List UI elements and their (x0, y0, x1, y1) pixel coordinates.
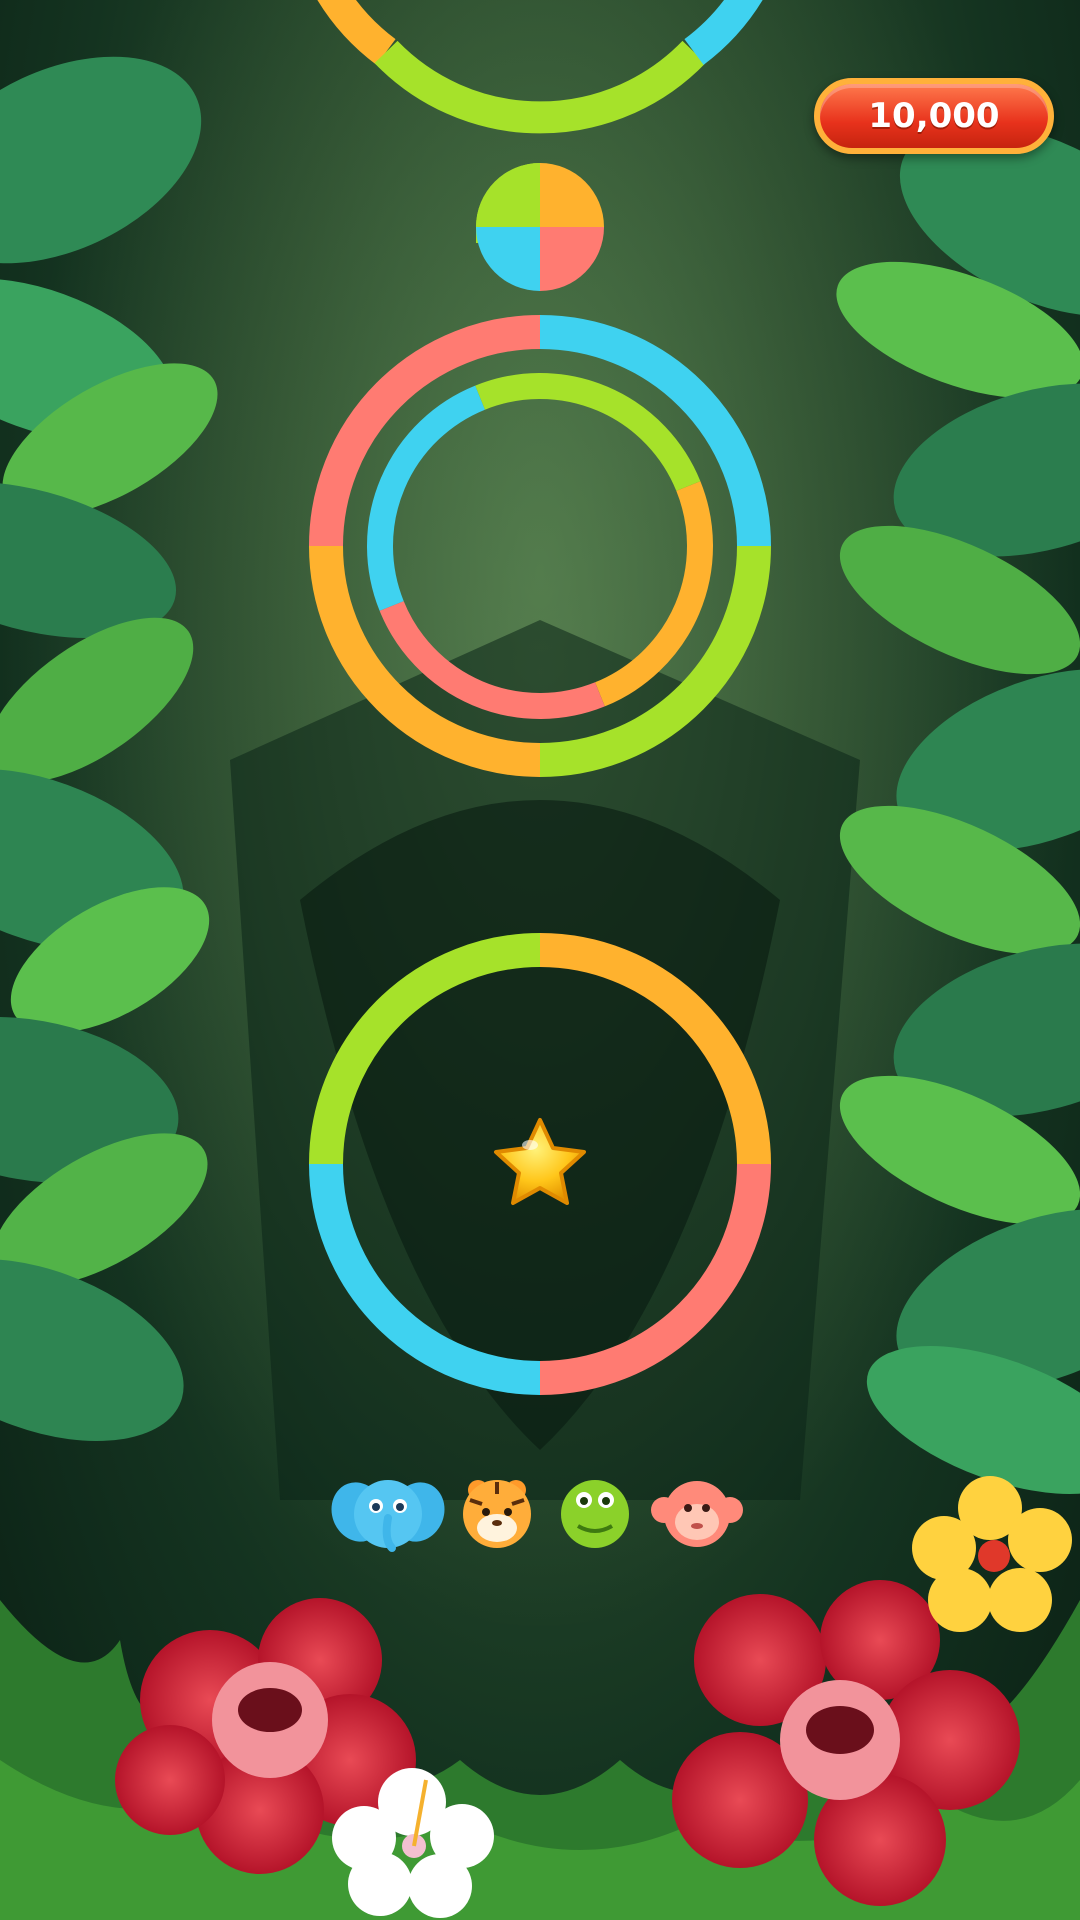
game-scene[interactable] (0, 0, 1080, 1920)
player-ball[interactable] (476, 163, 604, 291)
snake-icon[interactable] (561, 1480, 629, 1548)
tiger-icon[interactable] (463, 1480, 531, 1548)
score-badge: 10,000 (814, 78, 1054, 154)
score-value: 10,000 (868, 96, 1000, 136)
